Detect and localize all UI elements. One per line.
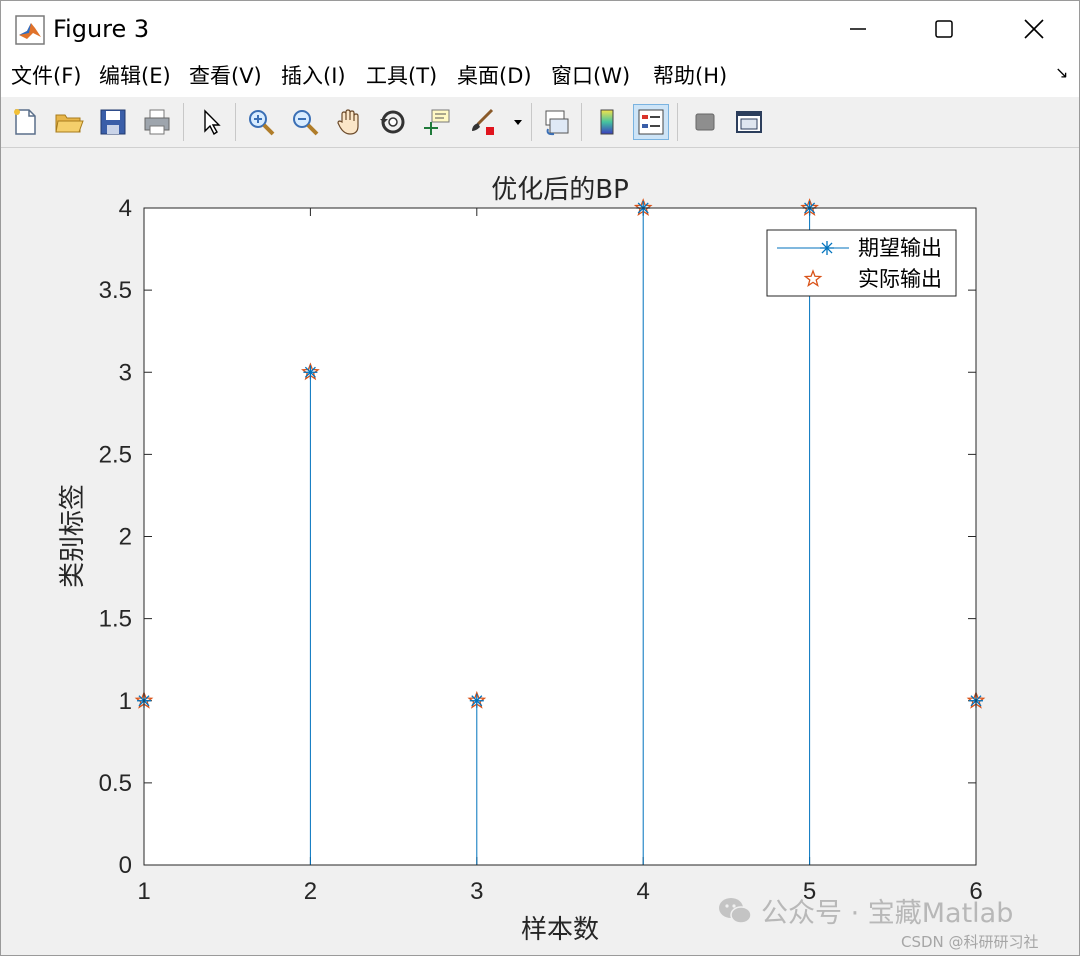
y-tick-label: 3.5 <box>99 277 132 304</box>
x-tick-label: 1 <box>137 878 150 905</box>
minimize-icon <box>850 28 866 30</box>
maximize-icon <box>935 20 953 38</box>
y-tick-label: 3 <box>119 359 132 386</box>
y-tick-label: 1 <box>119 688 132 715</box>
data-cursor-icon <box>424 109 450 135</box>
expected-output-point <box>469 693 484 708</box>
legend[interactable]: 期望输出 实际输出 <box>766 229 957 297</box>
chart-title: 优化后的BP <box>491 175 629 205</box>
legend-label-actual: 实际输出 <box>858 267 942 291</box>
print-button[interactable] <box>139 104 175 140</box>
maximize-button[interactable] <box>899 1 989 57</box>
rotate-3d-button[interactable] <box>375 104 411 140</box>
menu-help[interactable]: 帮助(H) <box>653 61 727 91</box>
legend-button[interactable] <box>633 104 669 140</box>
legend-label-expected: 期望输出 <box>858 236 942 260</box>
y-tick-label: 0.5 <box>99 770 132 797</box>
menu-insert[interactable]: 插入(I) <box>281 61 346 91</box>
pan-button[interactable] <box>331 104 367 140</box>
menu-file[interactable]: 文件(F) <box>11 61 81 91</box>
close-button[interactable] <box>989 1 1079 57</box>
y-tick-label: 4 <box>119 195 132 222</box>
edit-plot-pointer-icon <box>204 109 221 136</box>
figure-toolbar <box>1 97 1079 148</box>
brush-button[interactable] <box>463 104 499 140</box>
y-axis-title: 类别标签 <box>58 484 88 588</box>
x-axis-title: 样本数 <box>521 915 599 945</box>
toolbar-separator <box>235 103 236 141</box>
colorbar-button[interactable] <box>589 104 625 140</box>
zoom-in-button[interactable] <box>243 104 279 140</box>
y-tick-label: 2 <box>119 524 132 551</box>
y-tick-label: 2.5 <box>99 441 132 468</box>
watermark: 公众号 · 宝藏Matlab <box>717 891 1013 930</box>
menu-window[interactable]: 窗口(W) <box>551 61 630 91</box>
rotate-3d-icon <box>380 110 405 134</box>
y-tick-label: 1.5 <box>99 606 132 633</box>
new-figure-icon <box>14 109 36 135</box>
link-plot-button[interactable] <box>539 104 575 140</box>
brush-dropdown-icon <box>514 120 522 125</box>
toolbar-separator <box>183 103 184 141</box>
close-icon <box>1024 19 1044 39</box>
save-button[interactable] <box>95 104 131 140</box>
figure-window: Figure 3 文件(F) 编辑(E) 查看(V) 插入(I) 工具(T) 桌… <box>0 0 1080 956</box>
hide-plot-tools-icon <box>695 113 715 131</box>
menu-tools[interactable]: 工具(T) <box>366 61 437 91</box>
legend-marker-expected <box>820 241 834 255</box>
zoom-out-button[interactable] <box>287 104 323 140</box>
colorbar-icon <box>600 109 614 135</box>
y-tick-label: 0 <box>119 852 132 879</box>
zoom-in-icon <box>249 110 275 136</box>
menu-edit[interactable]: 编辑(E) <box>99 61 171 91</box>
new-figure-button[interactable] <box>7 104 43 140</box>
show-plot-tools-button[interactable] <box>731 104 767 140</box>
minimize-button[interactable] <box>813 1 903 57</box>
legend-asterisk <box>820 241 834 255</box>
link-plot-icon <box>545 110 569 136</box>
hide-plot-tools-button[interactable] <box>687 104 723 140</box>
zoom-out-icon <box>293 110 319 136</box>
x-tick-label: 3 <box>470 878 483 905</box>
expected-output-point <box>303 365 318 380</box>
window-title: Figure 3 <box>53 15 150 43</box>
menu-bar: 文件(F) 编辑(E) 查看(V) 插入(I) 工具(T) 桌面(D) 窗口(W… <box>1 57 1079 97</box>
watermark-text: 公众号 · 宝藏Matlab <box>761 898 1014 929</box>
save-icon <box>100 109 126 135</box>
watermark-sub: CSDN @科研研习社 <box>901 933 1039 951</box>
brush-icon <box>472 108 494 135</box>
data-cursor-button[interactable] <box>419 104 455 140</box>
print-icon <box>144 109 170 135</box>
edit-plot-button[interactable] <box>193 104 229 140</box>
brush-dropdown-button[interactable] <box>509 104 527 140</box>
open-file-button[interactable] <box>51 104 87 140</box>
open-file-icon <box>55 114 84 133</box>
show-plot-tools-icon <box>736 111 762 133</box>
plot-background <box>144 208 976 865</box>
plot-axes[interactable]: 00.511.522.533.54 123456 优化后的BP 样本数 类别标签… <box>1 148 1079 955</box>
toolbar-separator <box>531 103 532 141</box>
menu-view[interactable]: 查看(V) <box>189 61 262 91</box>
matlab-logo-icon <box>15 15 45 45</box>
figure-canvas: 0 0.5 1 1.5 2 2.5 3 3.5 4 123456 优化后的BP 样本数 类别标签… <box>1 148 1079 955</box>
dock-arrow-icon[interactable]: ↘ <box>1055 63 1068 82</box>
toolbar-separator <box>581 103 582 141</box>
title-bar: Figure 3 <box>1 1 1079 57</box>
pan-hand-icon <box>337 109 359 135</box>
menu-desktop[interactable]: 桌面(D) <box>457 61 532 91</box>
legend-icon <box>638 109 664 135</box>
x-tick-label: 2 <box>304 878 317 905</box>
x-tick-label: 4 <box>637 878 650 905</box>
wechat-icon <box>719 897 752 924</box>
toolbar-separator <box>677 103 678 141</box>
